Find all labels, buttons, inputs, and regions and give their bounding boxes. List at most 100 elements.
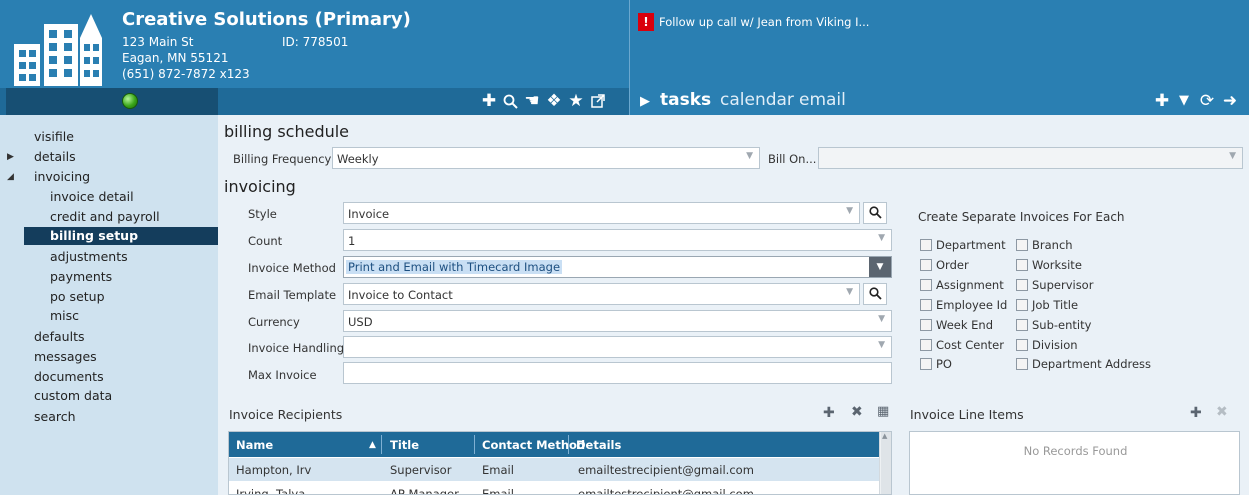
checkbox[interactable] [920,319,932,331]
sidebar-item-billing-setup[interactable]: billing setup [50,228,138,243]
currency-label: Currency [248,315,300,329]
separate-order-checkbox[interactable]: Order [920,258,969,272]
separate-division-checkbox[interactable]: Division [1016,338,1078,352]
column-header-details[interactable]: Details [576,438,621,452]
cell-contact-method: Email [482,487,514,495]
separate-week-end-checkbox[interactable]: Week End [920,318,993,332]
add-icon[interactable]: ✚ [479,90,499,112]
sidebar-item-defaults[interactable]: defaults [34,329,85,344]
sidebar-item-documents[interactable]: documents [34,369,104,384]
table-row[interactable]: Irving, Talya AP Manager Email emailtest… [229,482,879,495]
column-header-name[interactable]: Name [236,438,273,452]
separate-employee-id-checkbox[interactable]: Employee Id [920,298,1007,312]
max-invoice-input[interactable] [343,362,892,384]
column-divider [568,435,569,454]
table-row[interactable]: Hampton, Irv Supervisor Email emailtestr… [229,458,879,481]
count-label: Count [248,234,283,248]
separate-department-address-checkbox[interactable]: Department Address [1016,357,1151,371]
sidebar-item-credit-and-payroll[interactable]: credit and payroll [50,209,160,224]
checkbox[interactable] [1016,259,1028,271]
style-select[interactable]: Invoice ▼ [343,202,860,224]
status-indicator-icon [122,93,138,109]
checkbox[interactable] [1016,319,1028,331]
star-icon[interactable]: ★ [566,90,586,112]
billing-frequency-select[interactable]: Weekly ▼ [332,147,760,169]
sidebar-item-adjustments[interactable]: adjustments [50,249,128,264]
separate-job-title-checkbox[interactable]: Job Title [1016,298,1078,312]
checkbox[interactable] [920,358,932,370]
add-icon[interactable]: ✚ [1152,90,1172,112]
separate-po-checkbox[interactable]: PO [920,357,952,371]
separate-assignment-checkbox[interactable]: Assignment [920,278,1004,292]
max-invoice-label: Max Invoice [248,368,317,382]
checkbox[interactable] [920,279,932,291]
tab-calendar[interactable]: calendar [720,90,794,110]
checkbox[interactable] [1016,358,1028,370]
sidebar-item-messages[interactable]: messages [34,349,97,364]
checkbox-label: Order [936,258,969,272]
sidebar-item-misc[interactable]: misc [50,308,79,323]
checkbox-label: Department [936,238,1006,252]
checkbox-label: Sub-entity [1032,318,1092,332]
collapse-icon[interactable]: ◢ [7,172,14,182]
pointer-icon[interactable]: ☚ [522,90,542,112]
checkbox[interactable] [920,299,932,311]
checkbox[interactable] [1016,279,1028,291]
delete-icon[interactable]: ✖ [851,404,863,420]
filter-icon[interactable]: ▼ [1174,90,1194,112]
sidebar-item-visifile[interactable]: visifile [34,129,74,144]
separate-worksite-checkbox[interactable]: Worksite [1016,258,1082,272]
checkbox[interactable] [1016,299,1028,311]
add-icon[interactable]: ✚ [823,405,835,421]
invoice-handling-select[interactable]: ▼ [343,336,892,358]
column-header-contact-method[interactable]: Contact Method [482,438,585,452]
column-header-title[interactable]: Title [390,438,419,452]
checkbox-label: Employee Id [936,298,1008,312]
scroll-up-icon[interactable]: ▲ [882,432,887,440]
separate-supervisor-checkbox[interactable]: Supervisor [1016,278,1093,292]
checkbox[interactable] [920,259,932,271]
checkbox[interactable] [1016,239,1028,251]
tab-tasks[interactable]: tasks [660,90,711,110]
currency-select[interactable]: USD ▼ [343,310,892,332]
arrow-right-icon[interactable]: ➜ [1220,90,1240,112]
search-icon[interactable] [500,90,520,115]
invoice-method-select[interactable]: Print and Email with Timecard Image ▼ [343,256,892,278]
style-search-button[interactable] [863,202,887,224]
scrollbar-thumb[interactable] [881,432,891,494]
checkbox-label: Cost Center [936,338,1004,352]
grid-scrollbar[interactable]: ▲ [879,432,891,494]
checkbox-label: Week End [936,318,994,332]
organization-icon[interactable]: ▦ [877,404,889,419]
play-icon[interactable]: ▶ [640,94,650,109]
count-select[interactable]: 1 ▼ [343,229,892,251]
expand-icon[interactable]: ▶ [7,152,14,162]
sidebar-item-invoice-detail[interactable]: invoice detail [50,189,134,204]
checkbox[interactable] [920,239,932,251]
checkbox[interactable] [920,339,932,351]
separate-sub-entity-checkbox[interactable]: Sub-entity [1016,318,1091,332]
bill-on-select[interactable]: ▼ [818,147,1243,169]
tab-email[interactable]: email [799,90,846,110]
separate-branch-checkbox[interactable]: Branch [1016,238,1073,252]
count-value: 1 [348,234,356,248]
external-link-icon[interactable] [588,90,608,114]
sidebar-item-po-setup[interactable]: po setup [50,289,105,304]
sort-ascending-icon[interactable]: ▲ [369,440,376,450]
checkbox-label: Supervisor [1032,278,1094,292]
add-icon[interactable]: ✚ [1190,405,1202,421]
email-template-select[interactable]: Invoice to Contact ▼ [343,283,860,305]
checkbox[interactable] [1016,339,1028,351]
separate-department-checkbox[interactable]: Department [920,238,1006,252]
sidebar-item-custom-data[interactable]: custom data [34,388,112,403]
refresh-icon[interactable]: ⟳ [1197,90,1217,112]
alert-message[interactable]: Follow up call w/ Jean from Viking I... [659,15,869,29]
separate-cost-center-checkbox[interactable]: Cost Center [920,338,1004,352]
address-line2: Eagan, MN 55121 [122,51,229,65]
sidebar-item-invoicing[interactable]: invoicing [34,169,90,184]
sidebar-item-payments[interactable]: payments [50,269,112,284]
puzzle-icon[interactable]: ❖ [544,90,564,112]
email-template-search-button[interactable] [863,283,887,305]
sidebar-item-details[interactable]: details [34,149,76,164]
sidebar-item-search[interactable]: search [34,409,76,424]
